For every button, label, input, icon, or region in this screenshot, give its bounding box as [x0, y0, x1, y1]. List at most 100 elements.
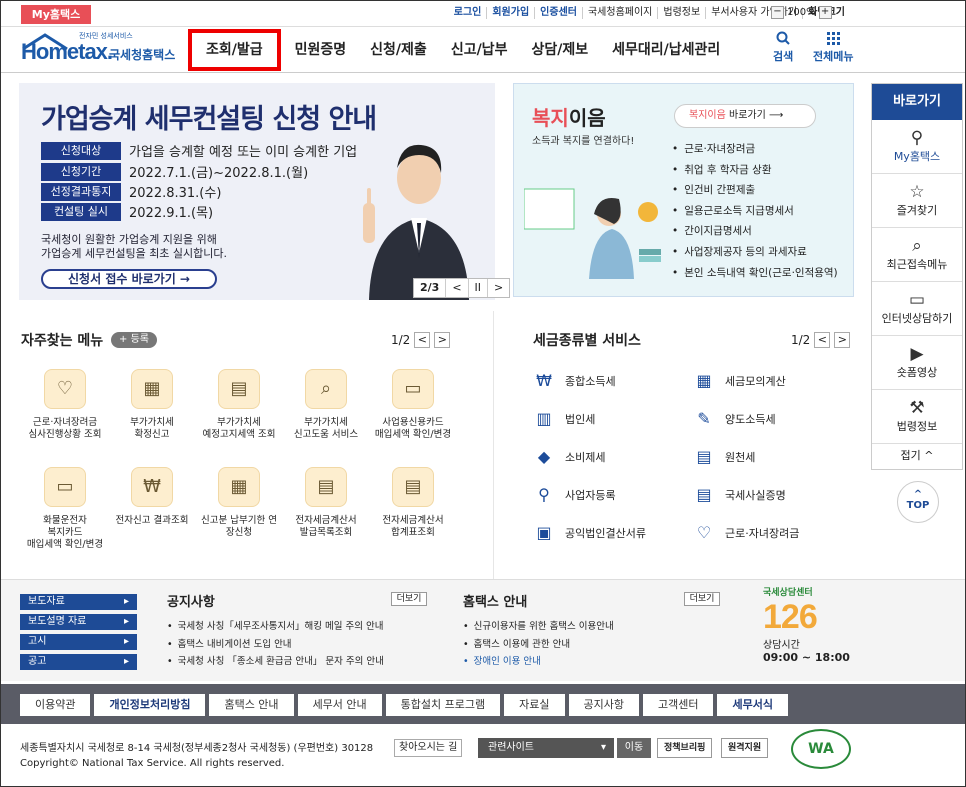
notice-item[interactable]: 국세청 사칭「세무조사통지서」해킹 메일 주의 안내 — [167, 618, 384, 636]
nav-apply-submit[interactable]: 신청/제출 — [358, 27, 439, 73]
guide-more-button[interactable]: 더보기 — [684, 592, 720, 606]
related-site-select[interactable]: 관련사이트 — [478, 738, 614, 758]
tax-item[interactable]: ▤ 국세사실증명 — [693, 484, 785, 506]
freq-prev-button[interactable]: < — [414, 332, 431, 348]
welfare-item[interactable]: 일용근로소득 지급명세서 — [672, 201, 838, 222]
footer-link-forms[interactable]: 세무서식 — [717, 694, 788, 716]
find-way-button[interactable]: 찾아오시는 길 — [394, 739, 463, 757]
all-menu-button[interactable]: 전체메뉴 — [813, 31, 853, 64]
notice-item[interactable]: 홈택스 내비게이션 도입 안내 — [167, 636, 384, 654]
announcement-button[interactable]: 공고 — [20, 654, 137, 670]
tax-item[interactable]: ▦ 세금모의계산 — [693, 370, 785, 392]
welfare-item[interactable]: 인건비 간편제출 — [672, 180, 838, 201]
footer-link-terms[interactable]: 이용약관 — [20, 694, 91, 716]
guide-item[interactable]: 장애인 이용 안내 — [463, 653, 614, 671]
footer-link-notice[interactable]: 공지사항 — [568, 694, 639, 716]
nav-tax-agent[interactable]: 세무대리/납세관리 — [600, 27, 732, 73]
tax-item[interactable]: ◆ 소비제세 — [533, 446, 606, 468]
sidebar-item-shortform[interactable]: ▶ 숏폼영상 — [872, 336, 962, 390]
welfare-item[interactable]: 사업장제공자 등의 과세자료 — [672, 242, 838, 263]
promo-banner[interactable]: 가업승계 세무컨설팅 신청 안내 신청대상 가업을 승계할 예정 또는 이미 승계… — [19, 83, 511, 300]
notification-button[interactable]: 고시 — [20, 634, 137, 650]
banner-next-button[interactable]: > — [487, 279, 509, 297]
footer-link-guide[interactable]: 홈택스 안내 — [209, 694, 294, 716]
tax-item[interactable]: ♡ 근로·자녀장려금 — [693, 522, 800, 544]
freq-item[interactable]: ▦ 신고분 납부기한 연 장신청 — [193, 467, 285, 539]
nav-civil-certificate[interactable]: 민원증명 — [283, 27, 359, 73]
freq-next-button[interactable]: > — [434, 332, 451, 348]
login-link[interactable]: 로그인 — [449, 7, 487, 19]
freq-item[interactable]: ♡ 근로·자녀장려금 심사진행상황 조회 — [19, 369, 111, 441]
building-icon: ▥ — [536, 409, 552, 428]
sidebar-item-consult[interactable]: ▭ 인터넷상담하기 — [872, 282, 962, 336]
sidebar-item-recent[interactable]: ⌕ 최근접속메뉴 — [872, 228, 962, 282]
banner-prev-button[interactable]: < — [445, 279, 467, 297]
go-button[interactable]: 이동 — [617, 738, 651, 758]
guide-item[interactable]: 신규이용자를 위한 홈택스 이용안내 — [463, 618, 614, 636]
tax-item-label: 근로·자녀장려금 — [725, 527, 800, 540]
nav-inquiry-issue[interactable]: 조회/발급 — [186, 27, 283, 73]
scroll-top-button[interactable]: ^ TOP — [897, 481, 939, 523]
tax-item[interactable]: ⚲ 사업자등록 — [533, 484, 615, 506]
myhometax-tab[interactable]: My홈택스 — [21, 5, 91, 24]
press-release-button[interactable]: 보도자료 — [20, 594, 137, 610]
remote-support-button[interactable]: 원격지원 — [721, 738, 769, 758]
nts-homepage-link[interactable]: 국세청홈페이지 — [581, 7, 657, 19]
register-menu-button[interactable]: + 등록 — [111, 332, 157, 348]
tax-item[interactable]: ▤ 원천세 — [693, 446, 755, 468]
banner-pause-button[interactable]: II — [467, 279, 488, 297]
tax-item[interactable]: ▣ 공익법인결산서류 — [533, 522, 646, 544]
freq-item[interactable]: ▭ 사업용신용카드 매입세액 확인/변경 — [367, 369, 459, 441]
guide-item[interactable]: 홈택스 이용에 관한 안내 — [463, 636, 614, 654]
zoom-out-button[interactable]: − — [771, 6, 784, 19]
freq-item[interactable]: ▤ 전자세금계산서 발급목록조회 — [280, 467, 372, 539]
footer-link-privacy[interactable]: 개인정보처리방침 — [94, 694, 206, 716]
nav-report-pay[interactable]: 신고/납부 — [439, 27, 520, 73]
freq-item[interactable]: ▦ 부가가치세 확정신고 — [106, 369, 198, 441]
document-search-icon: ⌕ — [305, 369, 347, 409]
cert-center-link[interactable]: 인증센터 — [534, 7, 582, 19]
call-center-title: 국세상담센터 — [763, 588, 813, 598]
footer-link-install[interactable]: 통합설치 프로그램 — [385, 694, 501, 716]
tax-item[interactable]: ▥ 법인세 — [533, 408, 595, 430]
tax-item[interactable]: ₩ 종합소득세 — [533, 370, 616, 392]
tax-prev-button[interactable]: < — [814, 332, 831, 348]
welfare-item[interactable]: 본인 소득내역 확인(근로·인적용역) — [672, 263, 837, 284]
welfare-banner[interactable]: 복지이음 소득과 복지를 연결하다! 복지이음 바로가기 ⟶ 근로·자녀장려금 … — [513, 83, 854, 297]
footer-link-office[interactable]: 세무서 안내 — [297, 694, 382, 716]
search-button[interactable]: 검색 — [773, 31, 793, 64]
welfare-item[interactable]: 취업 후 학자금 상환 — [672, 160, 838, 181]
tax-item-label: 양도소득세 — [725, 413, 776, 426]
apply-shortcut-button[interactable]: 신청서 접수 바로가기 → — [41, 269, 217, 289]
tax-next-button[interactable]: > — [834, 332, 851, 348]
sidebar-item-myhometax[interactable]: ⚲ My홈택스 — [872, 120, 962, 174]
signup-link[interactable]: 회원가입 — [486, 7, 534, 19]
freq-item[interactable]: ▭ 화물운전자 복지카드 매입세액 확인/변경 — [19, 467, 111, 551]
tax-item[interactable]: ✎ 양도소득세 — [693, 408, 776, 430]
freq-item[interactable]: ₩ 전자신고 결과조회 — [106, 467, 198, 527]
nav-consult-report[interactable]: 상담/제보 — [519, 27, 600, 73]
policy-briefing-button[interactable]: 정책브리핑 — [657, 738, 713, 758]
receipt-icon: ▤ — [696, 447, 712, 466]
notice-more-button[interactable]: 더보기 — [391, 592, 427, 606]
footer-link-archive[interactable]: 자료실 — [504, 694, 565, 716]
footer-link-support[interactable]: 고객센터 — [643, 694, 714, 716]
sidebar-item-law[interactable]: ⚒ 법령정보 — [872, 390, 962, 444]
wa-certification-mark: WA — [791, 729, 851, 769]
hometax-logo[interactable]: 전자민 성세서비스 Hometax. 국세청홈택스 — [19, 31, 179, 69]
press-explain-button[interactable]: 보도설명 자료 — [20, 614, 137, 630]
banner-row-tag: 신청기간 — [41, 162, 121, 181]
freq-item[interactable]: ▤ 부가가치세 예정고지세액 조회 — [193, 369, 285, 441]
zoom-in-button[interactable]: + — [818, 6, 832, 19]
sidebar-item-favorites[interactable]: ☆ 즐겨찾기 — [872, 174, 962, 228]
notice-item[interactable]: 국세청 사칭 「종소세 환급금 안내」 문자 주의 안내 — [167, 653, 384, 671]
freq-item-label: 사업용신용카드 매입세액 확인/변경 — [374, 417, 452, 440]
welfare-shortcut-button[interactable]: 복지이음 바로가기 ⟶ — [674, 104, 816, 128]
sidebar-fold-button[interactable]: 접기 ^ — [872, 444, 962, 468]
freq-item[interactable]: ▤ 전자세금계산서 합계표조회 — [367, 467, 459, 539]
welfare-item[interactable]: 간이지급명세서 — [672, 221, 838, 242]
law-info-link[interactable]: 법령정보 — [657, 7, 705, 19]
welfare-item[interactable]: 근로·자녀장려금 — [672, 139, 838, 160]
welfare-title-b: 이음 — [568, 106, 606, 130]
freq-item[interactable]: ⌕ 부가가치세 신고도움 서비스 — [280, 369, 372, 441]
